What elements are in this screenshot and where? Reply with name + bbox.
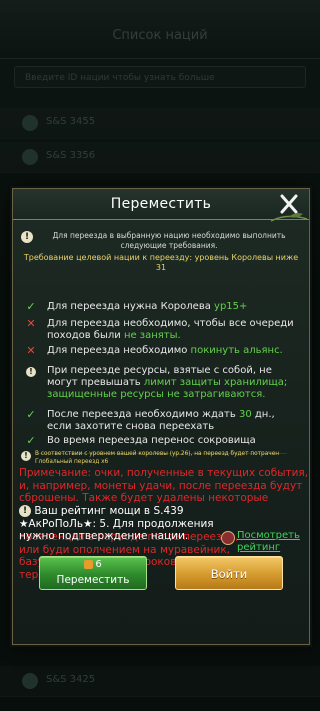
warning-icon: ! xyxy=(25,365,37,377)
warning-icon: ! xyxy=(21,231,33,243)
check-icon: ✓ xyxy=(26,434,36,447)
dialog-header: Переместить xyxy=(13,189,309,222)
cross-icon: ✕ xyxy=(26,317,36,330)
requirement-text: Во время переезда перенос сокровища xyxy=(47,435,256,446)
move-cost: 6 xyxy=(40,559,146,570)
warning-icon: ! xyxy=(21,451,31,461)
cross-icon: ✕ xyxy=(26,344,36,357)
note-red-text: Примечание: очки, полученные в текущих с… xyxy=(19,467,309,504)
requirement-highlight: покинуть альянс. xyxy=(190,345,283,356)
requirement-highlight: ур15+ xyxy=(214,301,248,312)
move-button-label: Переместить xyxy=(56,574,130,586)
rating-icon xyxy=(221,531,235,545)
warning-icon: ! xyxy=(19,505,31,517)
view-rating-link[interactable]: Посмотреть рейтинг xyxy=(237,530,315,553)
relocate-dialog: Переместить ! Для переезда в выбранную н… xyxy=(12,188,310,645)
power-rating-text: ! Ваш рейтинг мощи в S.439 ★АкРоПоЛь★: 5… xyxy=(19,505,241,543)
footnote-text: В соответствии с уровнем вашей королевы … xyxy=(35,451,280,465)
move-cost-count: 6 xyxy=(95,559,102,570)
requirement-text: Для переезда необходимо xyxy=(47,345,191,356)
move-button[interactable]: 6 Переместить xyxy=(39,556,147,590)
check-icon: ✓ xyxy=(26,300,36,313)
requirement-text: Для переезда нужна Королева xyxy=(47,301,215,312)
relocation-item-icon xyxy=(84,559,94,569)
dialog-title: Переместить xyxy=(110,196,212,212)
requirement-text: После переезда необходимо ждать xyxy=(47,409,239,420)
leaf-decoration-icon xyxy=(270,213,308,222)
requirement-text: Требование целевой нации к переезду: уро… xyxy=(23,253,299,272)
power-rating-label: Ваш рейтинг мощи в S.439 ★АкРоПоЛь★: 5. … xyxy=(19,505,214,542)
requirement-highlight: не заняты. xyxy=(123,330,181,341)
enter-button-label: Войти xyxy=(210,567,248,581)
requirement-highlight: 30 xyxy=(238,409,252,420)
intro-text: Для переезда в выбранную нацию необходим… xyxy=(52,231,286,250)
check-icon: ✓ xyxy=(26,408,36,421)
enter-button[interactable]: Войти xyxy=(175,556,283,590)
